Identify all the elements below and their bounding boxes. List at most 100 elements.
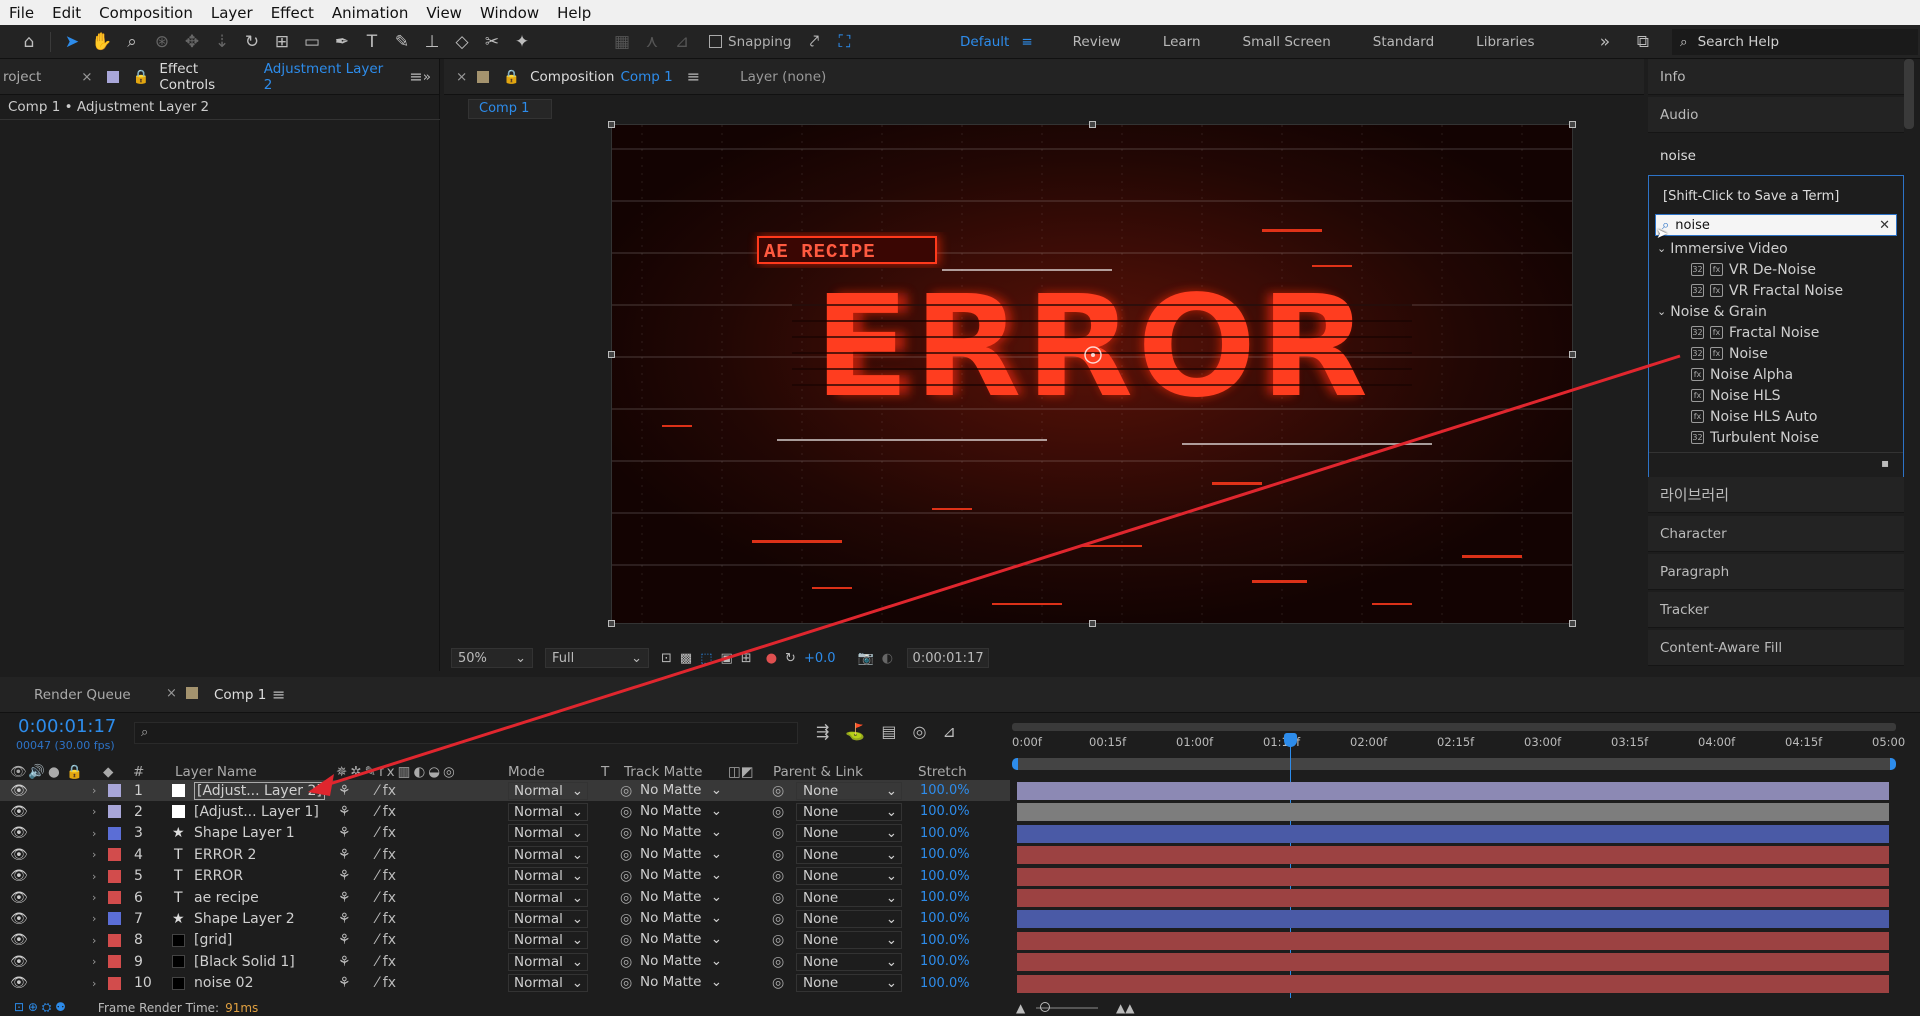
handle[interactable]: [608, 351, 615, 358]
layer-name[interactable]: [grid]: [194, 932, 232, 948]
lock-icon[interactable]: 🔒: [133, 69, 150, 85]
eraser-tool-icon[interactable]: ◇: [447, 27, 477, 57]
stretch-value[interactable]: 100.0%: [920, 890, 970, 905]
effects-switch-icon[interactable]: ⁄ fx: [376, 911, 396, 927]
roto-brush-icon[interactable]: ✂: [477, 27, 507, 57]
track-matte-dropdown[interactable]: No Matte ⌄: [640, 803, 724, 821]
zoom-in-icon[interactable]: ▲▲: [1116, 1001, 1134, 1015]
label-color-swatch[interactable]: [108, 848, 121, 862]
right-scrollbar[interactable]: [1904, 59, 1914, 129]
matte-link-icon[interactable]: ◎: [620, 932, 632, 948]
effect-item-noise-alpha[interactable]: fx Noise Alpha: [1691, 364, 1793, 385]
matte-link-icon[interactable]: ◎: [620, 890, 632, 906]
snapshot-region-icon[interactable]: ⊡: [661, 651, 672, 666]
workspace-panel-icon[interactable]: ⧉: [1628, 27, 1658, 57]
expand-chevron-icon[interactable]: ›: [92, 955, 96, 968]
snap-target-icon[interactable]: ⛶: [829, 27, 859, 57]
anchor-point-tool-icon[interactable]: ⊞: [267, 27, 297, 57]
matte-link-icon[interactable]: ◎: [620, 954, 632, 970]
menu-animation[interactable]: Animation: [323, 4, 417, 22]
panel-menu-icon[interactable]: ≡: [687, 67, 700, 86]
snapping-checkbox[interactable]: [709, 35, 722, 48]
stretch-value[interactable]: 100.0%: [920, 976, 970, 991]
layer-row[interactable]: 👁 › 9 [Black Solid 1] ⚘ ⁄ fx Normal ⌄ ◎ No Matte ⌄…: [0, 951, 1010, 972]
frame-blending-icon[interactable]: ▤: [881, 722, 896, 741]
expand-chevron-icon[interactable]: ›: [92, 891, 96, 904]
lock-icon[interactable]: 🔒: [503, 69, 520, 85]
mode-dropdown[interactable]: Normal ⌄: [508, 867, 588, 886]
tab-layer[interactable]: Layer (none): [740, 69, 826, 85]
menu-help[interactable]: Help: [548, 4, 600, 22]
timeline-timecode[interactable]: 0:00:01:17: [18, 716, 116, 737]
layer-name[interactable]: ERROR: [194, 868, 243, 884]
visibility-eye-icon[interactable]: 👁: [10, 847, 28, 863]
zoom-slider-thumb[interactable]: [1040, 1002, 1050, 1012]
track-matte-dropdown[interactable]: No Matte ⌄: [640, 889, 724, 907]
draft-3d-icon[interactable]: ⛳: [845, 722, 865, 741]
expand-chevron-icon[interactable]: ›: [92, 848, 96, 861]
layer-row[interactable]: 👁 › 7 ★ Shape Layer 2 ⚘ ⁄ fx Normal ⌄ ◎ No Matte ⌄ ◎…: [0, 908, 1010, 929]
panel-menu-icon[interactable]: ≡: [409, 67, 422, 86]
label-color-swatch[interactable]: [108, 805, 121, 819]
resolution-dropdown[interactable]: Full ⌄: [545, 648, 649, 668]
exposure-value[interactable]: +0.0: [804, 651, 836, 666]
parent-dropdown[interactable]: None ⌄: [796, 974, 902, 993]
grid-icon[interactable]: ⊞: [741, 651, 752, 666]
expand-chevron-icon[interactable]: ›: [92, 805, 96, 818]
info-panel-header[interactable]: Info: [1648, 59, 1904, 95]
rectangle-tool-icon[interactable]: ▭: [297, 27, 327, 57]
visibility-eye-icon[interactable]: 👁: [10, 804, 28, 820]
layer-name[interactable]: [Adjust... Layer 1]: [194, 804, 319, 820]
layer-name[interactable]: noise 02: [194, 975, 254, 991]
handle[interactable]: [608, 121, 615, 128]
shy-switch-icon[interactable]: ⚘: [338, 890, 351, 906]
layer-duration-bar[interactable]: [1017, 953, 1889, 972]
axis-icon[interactable]: ⋏: [637, 27, 667, 57]
pick-whip-icon[interactable]: ◎: [772, 911, 784, 927]
layer-duration-bar[interactable]: [1017, 782, 1889, 800]
stretch-value[interactable]: 100.0%: [920, 933, 970, 948]
expand-chevron-icon[interactable]: ›: [92, 912, 96, 925]
type-tool-icon[interactable]: T: [357, 27, 387, 57]
track-matte-dropdown[interactable]: No Matte ⌄: [640, 931, 724, 949]
track-matte-dropdown[interactable]: No Matte ⌄: [640, 867, 724, 885]
layer-name[interactable]: Shape Layer 2: [194, 911, 295, 927]
layer-name[interactable]: Shape Layer 1: [194, 825, 295, 841]
workspace-small-screen[interactable]: Small Screen: [1243, 34, 1331, 50]
layer-name[interactable]: ae recipe: [194, 890, 259, 906]
track-matte-dropdown[interactable]: No Matte ⌄: [640, 910, 724, 928]
align-icon[interactable]: ▦: [607, 27, 637, 57]
tab-project[interactable]: roject: [3, 69, 41, 85]
label-color-swatch[interactable]: [108, 891, 121, 904]
new-bin-icon[interactable]: ▪: [1881, 456, 1889, 470]
shy-switch-icon[interactable]: ⚘: [338, 868, 351, 884]
mode-dropdown[interactable]: Normal ⌄: [508, 931, 588, 950]
expand-chevron-icon[interactable]: ›: [92, 827, 96, 840]
zoom-tool-icon[interactable]: ⌕: [117, 27, 147, 57]
visibility-eye-icon[interactable]: 👁: [10, 890, 28, 906]
layer-name[interactable]: [Black Solid 1]: [194, 954, 295, 970]
timeline-nav-bar[interactable]: [1012, 758, 1896, 770]
visibility-eye-icon[interactable]: 👁: [10, 975, 28, 991]
content-aware-fill-panel-header[interactable]: Content-Aware Fill: [1648, 630, 1904, 666]
workspace-review[interactable]: Review: [1073, 34, 1121, 50]
pick-whip-icon[interactable]: ◎: [772, 783, 784, 799]
close-icon[interactable]: ×: [81, 69, 92, 85]
effects-presets-search-input[interactable]: noise: [1648, 138, 1904, 176]
group-noise-grain[interactable]: ⌄ Noise & Grain: [1657, 301, 1767, 322]
effects-switch-icon[interactable]: ⁄ fx: [376, 890, 396, 906]
pick-whip-icon[interactable]: ◎: [772, 825, 784, 841]
character-panel-header[interactable]: Character: [1648, 516, 1904, 552]
handle[interactable]: [1569, 121, 1576, 128]
mode-dropdown[interactable]: Normal ⌄: [508, 781, 588, 800]
expand-panel-icon[interactable]: »: [423, 69, 431, 85]
camera-snapshot-icon[interactable]: 📷: [858, 651, 874, 666]
layer-search-field[interactable]: ⌕: [134, 722, 798, 744]
matte-link-icon[interactable]: ◎: [620, 975, 632, 991]
track-matte-dropdown[interactable]: No Matte ⌄: [640, 953, 724, 971]
workspace-menu-icon[interactable]: ≡: [1021, 34, 1032, 50]
world-axis-icon[interactable]: ⊿: [667, 27, 697, 57]
pen-tool-icon[interactable]: ✒: [327, 27, 357, 57]
mode-dropdown[interactable]: Normal ⌄: [508, 909, 588, 928]
effect-item-noise-hls[interactable]: fx Noise HLS: [1691, 385, 1781, 406]
